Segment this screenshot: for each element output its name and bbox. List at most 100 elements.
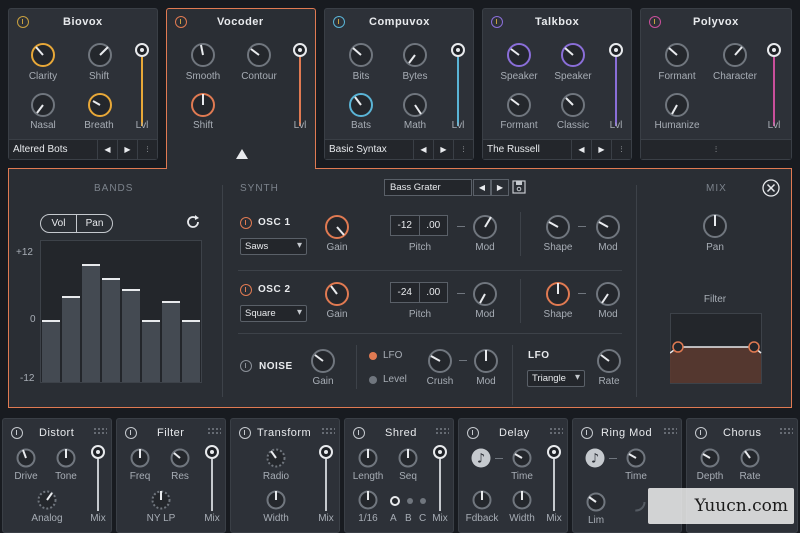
ringmod-extra-knob[interactable]: [625, 491, 647, 513]
vol-option[interactable]: Vol: [41, 215, 77, 232]
fx-label[interactable]: B: [405, 513, 412, 524]
breath-knob[interactable]: [86, 91, 114, 119]
osc2-mod2-knob[interactable]: [594, 280, 622, 308]
seq-a-radio-icon[interactable]: [390, 496, 400, 506]
sliders-icon[interactable]: ⫶: [611, 139, 631, 160]
pan-option[interactable]: Pan: [77, 215, 112, 232]
band-bar[interactable]: [142, 320, 160, 382]
filter-graph[interactable]: [670, 313, 762, 384]
next-preset-icon[interactable]: ▶: [433, 139, 453, 160]
next-preset-icon[interactable]: ▶: [591, 139, 611, 160]
character-knob[interactable]: [721, 41, 749, 69]
note-sync-icon[interactable]: ♪: [585, 448, 605, 468]
next-preset-icon[interactable]: ▶: [117, 139, 137, 160]
lfo-rate-knob[interactable]: [595, 347, 623, 375]
drag-grip-icon[interactable]: [779, 427, 793, 435]
delay-power-icon[interactable]: [467, 427, 479, 439]
note-sync-icon[interactable]: ♪: [471, 448, 491, 468]
talkbox-power-icon[interactable]: [491, 16, 503, 28]
distort-power-icon[interactable]: [11, 427, 23, 439]
mix-slider-thumb[interactable]: [91, 445, 105, 459]
reset-icon[interactable]: [184, 213, 202, 231]
analog-knob[interactable]: [36, 489, 58, 511]
drag-grip-icon[interactable]: [93, 427, 107, 435]
level-slider-thumb[interactable]: [451, 43, 465, 57]
lfo-radio-icon[interactable]: [369, 352, 377, 360]
formant-knob[interactable]: [663, 41, 691, 69]
transform-power-icon[interactable]: [239, 427, 251, 439]
sliders-icon[interactable]: ⫶: [453, 139, 473, 160]
preset-name[interactable]: Basic Syntax: [325, 144, 413, 155]
ringmod-time-knob[interactable]: [625, 447, 647, 469]
classic-knob[interactable]: [559, 91, 587, 119]
osc2-wave-select[interactable]: Square: [240, 305, 307, 322]
osc1-power-icon[interactable]: [240, 217, 252, 229]
prev-preset-icon[interactable]: ◀: [571, 139, 591, 160]
mix-pan-knob[interactable]: [701, 212, 729, 240]
drag-grip-icon[interactable]: [435, 427, 449, 435]
band-bar[interactable]: [62, 296, 80, 382]
crush-knob[interactable]: [426, 347, 454, 375]
drag-grip-icon[interactable]: [549, 427, 563, 435]
drag-grip-icon[interactable]: [207, 427, 221, 435]
filter-power-icon[interactable]: [125, 427, 137, 439]
noise-gain-knob[interactable]: [309, 347, 337, 375]
osc2-mod-knob[interactable]: [471, 280, 499, 308]
bats-knob[interactable]: [347, 91, 375, 119]
osc1-mod2-knob[interactable]: [594, 213, 622, 241]
save-icon[interactable]: [512, 180, 526, 194]
close-icon[interactable]: [762, 179, 780, 197]
mix-slider-thumb[interactable]: [433, 445, 447, 459]
osc2-shape-knob[interactable]: [544, 280, 572, 308]
ringmod-power-icon[interactable]: [581, 427, 593, 439]
math-knob[interactable]: [401, 91, 429, 119]
noise-power-icon[interactable]: [240, 360, 252, 372]
seq-knob[interactable]: [397, 447, 419, 469]
level-option-label[interactable]: Level: [383, 374, 407, 385]
band-bar[interactable]: [42, 320, 60, 382]
mix-slider-thumb[interactable]: [547, 445, 561, 459]
seq-b-radio-icon[interactable]: [407, 498, 413, 504]
sliders-icon[interactable]: ⫶: [137, 139, 157, 160]
synth-preset-box[interactable]: Bass Grater: [384, 179, 472, 196]
seq-c-radio-icon[interactable]: [420, 498, 426, 504]
lfo-option-label[interactable]: LFO: [383, 350, 402, 361]
mix-slider-thumb[interactable]: [205, 445, 219, 459]
level-slider-thumb[interactable]: [293, 43, 307, 57]
level-slider-thumb[interactable]: [609, 43, 623, 57]
smooth-knob[interactable]: [189, 41, 217, 69]
expand-arrow-icon[interactable]: [236, 149, 248, 159]
vol-pan-toggle[interactable]: Vol Pan: [40, 214, 113, 233]
preset-name[interactable]: The Russell: [483, 144, 571, 155]
bytes-knob[interactable]: [401, 41, 429, 69]
compuvox-power-icon[interactable]: [333, 16, 345, 28]
band-bar[interactable]: [162, 300, 180, 382]
vocoder-power-icon[interactable]: [175, 16, 187, 28]
fdback-knob[interactable]: [471, 489, 493, 511]
prev-preset-icon[interactable]: ◀: [97, 139, 117, 160]
humanize-knob[interactable]: [663, 91, 691, 119]
prev-preset-icon[interactable]: ◀: [413, 139, 433, 160]
osc2-gain-knob[interactable]: [323, 280, 351, 308]
bits-knob[interactable]: [347, 41, 375, 69]
speaker-knob-1[interactable]: [505, 41, 533, 69]
synth-next-icon[interactable]: ▶: [491, 179, 509, 196]
osc1-pitch-semitones[interactable]: -12: [391, 216, 419, 235]
depth-knob[interactable]: [699, 447, 721, 469]
polyvox-power-icon[interactable]: [649, 16, 661, 28]
osc1-shape-knob[interactable]: [544, 213, 572, 241]
res-knob[interactable]: [169, 447, 191, 469]
osc1-pitch-cents[interactable]: .00: [418, 216, 448, 235]
rate-knob[interactable]: [357, 489, 379, 511]
width-knob[interactable]: [265, 489, 287, 511]
level-radio-icon[interactable]: [369, 376, 377, 384]
osc1-wave-select[interactable]: Saws: [240, 238, 307, 255]
osc1-pitch-box[interactable]: -12 .00: [390, 215, 448, 236]
ny-lp-knob[interactable]: [150, 489, 172, 511]
tone-knob[interactable]: [55, 447, 77, 469]
chorus-rate-knob[interactable]: [739, 447, 761, 469]
level-slider-thumb[interactable]: [135, 43, 149, 57]
band-bar[interactable]: [102, 277, 120, 382]
drag-grip-icon[interactable]: [663, 427, 677, 435]
osc2-pitch-cents[interactable]: .00: [418, 283, 448, 302]
